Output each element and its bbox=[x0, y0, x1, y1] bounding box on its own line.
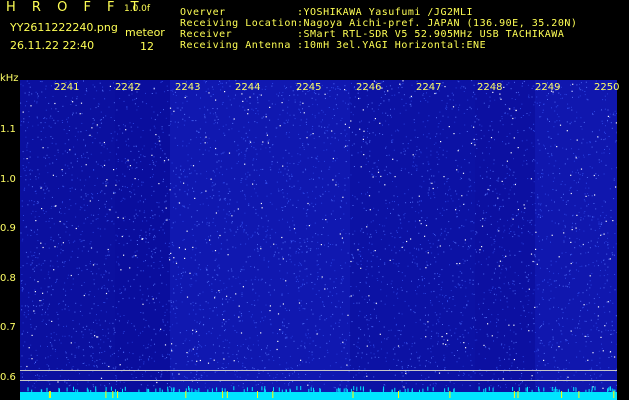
reference-line-upper bbox=[20, 370, 617, 371]
reference-line-lower bbox=[20, 380, 617, 381]
mode-label: meteor bbox=[125, 26, 165, 39]
info-label-antenna: Receiving Antenna bbox=[180, 40, 291, 51]
x-tick-2242: 2242 bbox=[115, 82, 141, 93]
x-tick-2250: 2250 bbox=[594, 82, 620, 93]
y-unit-label: kHz bbox=[0, 73, 19, 84]
x-tick-2244: 2244 bbox=[235, 82, 261, 93]
x-tick-2245: 2245 bbox=[296, 82, 322, 93]
y-tick-0-9: 0.9 bbox=[0, 223, 16, 234]
info-value-antenna: :10mH 3el.YAGI Horizontal:ENE bbox=[297, 40, 487, 51]
x-tick-2241: 2241 bbox=[54, 82, 80, 93]
spectrogram-noise bbox=[20, 80, 617, 400]
y-tick-1-0: 1.0 bbox=[0, 174, 16, 185]
spectrogram-plot bbox=[20, 80, 617, 400]
x-tick-2247: 2247 bbox=[416, 82, 442, 93]
datetime-label: 26.11.22 22:40 bbox=[10, 39, 95, 52]
version-label: 1.0.0f bbox=[124, 4, 151, 14]
meteor-count: 12 bbox=[140, 40, 154, 53]
y-tick-1-1: 1.1 bbox=[0, 124, 16, 135]
time-band bbox=[350, 80, 475, 400]
filename-label: YY2611222240.png bbox=[10, 21, 118, 34]
time-band bbox=[170, 80, 350, 400]
time-band bbox=[20, 80, 115, 400]
x-tick-2249: 2249 bbox=[535, 82, 561, 93]
y-tick-0-7: 0.7 bbox=[0, 322, 16, 333]
time-band bbox=[475, 80, 535, 400]
y-tick-0-8: 0.8 bbox=[0, 273, 16, 284]
time-band bbox=[535, 80, 617, 400]
y-tick-0-6: 0.6 bbox=[0, 372, 16, 383]
x-tick-2246: 2246 bbox=[356, 82, 382, 93]
x-tick-2248: 2248 bbox=[477, 82, 503, 93]
x-tick-2243: 2243 bbox=[175, 82, 201, 93]
